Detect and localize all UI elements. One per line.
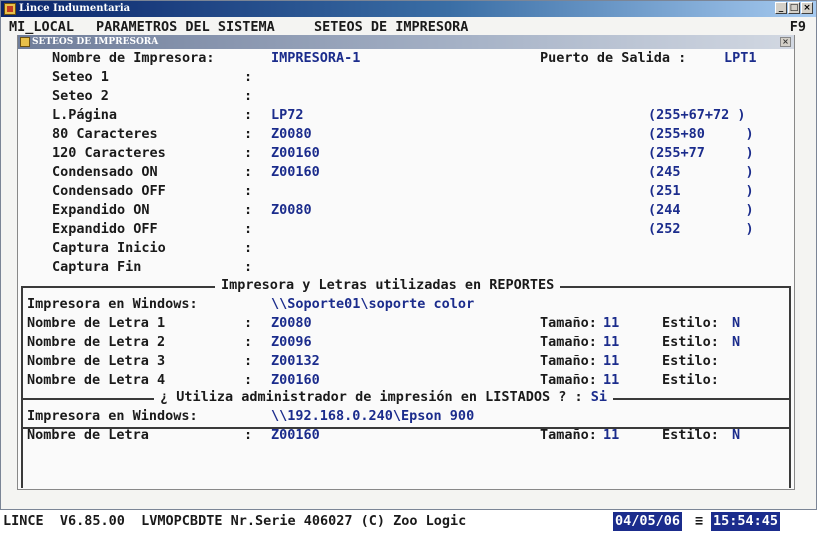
font-name-field[interactable]: Z00160 — [271, 426, 320, 445]
setting-code-field[interactable]: (255+80 ) — [648, 125, 754, 144]
setting-label: L.Página — [52, 107, 118, 123]
font-name-field[interactable]: Z0080 — [271, 314, 312, 333]
setting-code-field[interactable]: (251 ) — [648, 182, 754, 201]
font-label: Nombre de Letra 3 — [27, 353, 166, 369]
font-size-label: Tamaño: — [540, 315, 597, 331]
setting-label: Captura Inicio — [52, 240, 166, 256]
font-label: Nombre de Letra 4 — [27, 372, 166, 388]
setting-label: Captura Fin — [52, 259, 142, 275]
window-controls: _ □ × — [775, 2, 813, 14]
font-separator: : — [244, 353, 253, 369]
setting-separator: : — [244, 240, 253, 256]
setting-label: Condensado OFF — [52, 183, 166, 199]
setting-code-field[interactable]: (245 ) — [648, 163, 754, 182]
setting-separator: : — [244, 259, 253, 275]
setting-separator: : — [244, 202, 253, 218]
setting-separator: : — [244, 88, 253, 104]
setting-label: Seteo 1 — [52, 69, 109, 85]
setting-label: Expandido OFF — [52, 221, 158, 237]
setting-code-field[interactable]: (244 ) — [648, 201, 754, 220]
listados-answer-field[interactable]: Si — [591, 389, 607, 405]
minimize-button[interactable]: _ — [775, 2, 787, 14]
font-label: Nombre de Letra — [27, 427, 149, 443]
setting-code-field[interactable]: (255+67+72 ) — [648, 106, 746, 125]
output-port-label: Puerto de Salida : — [540, 50, 687, 66]
font-style-field[interactable]: N — [732, 333, 740, 352]
setting-label: 120 Caracteres — [52, 145, 166, 161]
printer-settings-panel: SETEOS DE IMPRESORA × Nombre de Impresor… — [17, 35, 795, 490]
status-bar: LINCE V6.85.00 LVMOPCBDTE Nr.Serie 40602… — [0, 510, 817, 533]
font-size-field[interactable]: 11 — [603, 352, 619, 371]
panel-icon — [20, 37, 30, 47]
setting-separator: : — [244, 126, 253, 142]
reports-windows-printer-field[interactable]: \\Soporte01\soporte color — [271, 295, 474, 314]
setting-separator: : — [244, 69, 253, 85]
setting-value-field[interactable]: Z00160 — [271, 163, 320, 182]
setting-label: Expandido ON — [52, 202, 150, 218]
app-icon — [4, 3, 16, 15]
font-size-field[interactable]: 11 — [603, 333, 619, 352]
status-date: 04/05/06 — [613, 512, 683, 531]
font-style-label: Estilo: — [662, 334, 719, 350]
listados-windows-printer-field[interactable]: \\192.168.0.240\Epson 900 — [271, 407, 474, 426]
window-title: Lince Indumentaria — [19, 3, 131, 14]
listados-question: ¿ Utiliza administrador de impresión en … — [160, 389, 583, 405]
panel-title: SETEOS DE IMPRESORA — [32, 37, 159, 47]
font-separator: : — [244, 315, 253, 331]
setting-separator: : — [244, 107, 253, 123]
font-label: Nombre de Letra 1 — [27, 315, 166, 331]
reports-windows-printer-label: Impresora en Windows: — [27, 296, 198, 312]
setting-value-field[interactable]: Z0080 — [271, 125, 312, 144]
setting-separator: : — [244, 221, 253, 237]
font-size-label: Tamaño: — [540, 353, 597, 369]
font-name-field[interactable]: Z0096 — [271, 333, 312, 352]
reports-group-title: Impresora y Letras utilizadas en REPORTE… — [215, 276, 561, 295]
printer-name-label: Nombre de Impresora: — [52, 50, 215, 66]
font-size-field[interactable]: 11 — [603, 314, 619, 333]
font-size-label: Tamaño: — [540, 334, 597, 350]
status-text: LINCE V6.85.00 LVMOPCBDTE Nr.Serie 40602… — [3, 513, 467, 529]
setting-separator: : — [244, 145, 253, 161]
setting-value-field[interactable]: Z00160 — [271, 144, 320, 163]
font-separator: : — [244, 427, 253, 443]
status-separator: ≡ — [695, 513, 704, 529]
setting-code-field[interactable]: (255+77 ) — [648, 144, 754, 163]
setting-label: Condensado ON — [52, 164, 158, 180]
listados-windows-printer-label: Impresora en Windows: — [27, 408, 198, 424]
setting-value-field[interactable]: LP72 — [271, 106, 304, 125]
maximize-button[interactable]: □ — [788, 2, 800, 14]
setting-label: 80 Caracteres — [52, 126, 158, 142]
setting-value-field[interactable]: Z0080 — [271, 201, 312, 220]
setting-separator: : — [244, 164, 253, 180]
font-style-label: Estilo: — [662, 427, 719, 443]
setting-label: Seteo 2 — [52, 88, 109, 104]
font-style-field[interactable]: N — [732, 314, 740, 333]
listados-group-title: ¿ Utiliza administrador de impresión en … — [154, 388, 614, 407]
setting-code-field[interactable]: (252 ) — [648, 220, 754, 239]
printer-name-field[interactable]: IMPRESORA-1 — [271, 49, 360, 68]
font-size-label: Tamaño: — [540, 427, 597, 443]
font-name-field[interactable]: Z00132 — [271, 352, 320, 371]
font-style-label: Estilo: — [662, 372, 719, 388]
panel-close-button[interactable]: × — [780, 37, 791, 47]
setting-separator: : — [244, 183, 253, 199]
font-label: Nombre de Letra 2 — [27, 334, 166, 350]
close-button[interactable]: × — [801, 2, 813, 14]
output-port-field[interactable]: LPT1 — [724, 49, 757, 68]
font-style-label: Estilo: — [662, 353, 719, 369]
title-bar[interactable]: Lince Indumentaria _ □ × — [1, 1, 816, 17]
panel-title-bar: SETEOS DE IMPRESORA × — [18, 35, 794, 49]
font-style-field[interactable]: N — [732, 426, 740, 445]
status-time: 15:54:45 — [711, 512, 781, 531]
font-size-field[interactable]: 11 — [603, 426, 619, 445]
font-style-label: Estilo: — [662, 315, 719, 331]
font-separator: : — [244, 334, 253, 350]
